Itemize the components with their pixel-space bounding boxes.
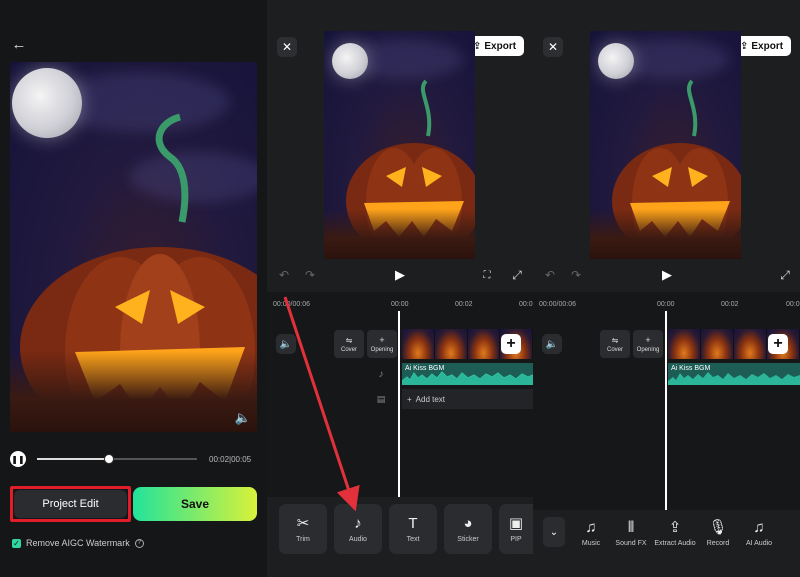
sound-fx-icon: ⦀ bbox=[627, 518, 635, 536]
volume-icon[interactable]: 🔈 bbox=[235, 410, 251, 426]
redo-icon[interactable]: ↷ bbox=[569, 268, 583, 282]
ruler-tick: 00:02 bbox=[455, 301, 473, 308]
microphone-icon: 🎙 bbox=[708, 518, 728, 536]
upload-icon: ⇪ bbox=[740, 40, 749, 52]
ruler-tick: 00:0 bbox=[786, 301, 800, 308]
ruler-tick: 00:00 bbox=[657, 301, 675, 308]
music-icon: ♫ bbox=[585, 518, 597, 536]
progress-track[interactable] bbox=[37, 454, 197, 464]
extract-audio-icon: ⇪ bbox=[668, 518, 682, 536]
progress-knob[interactable] bbox=[104, 454, 114, 464]
redo-icon[interactable]: ↷ bbox=[303, 268, 317, 282]
opening-button[interactable]: + Opening bbox=[367, 330, 397, 358]
close-button[interactable]: ✕ bbox=[543, 37, 563, 57]
tool-sticker[interactable]: ◕ Sticker bbox=[444, 504, 492, 554]
play-icon[interactable]: ▶ bbox=[659, 267, 675, 283]
music-note-icon: ♪ bbox=[378, 368, 384, 380]
back-arrow-icon[interactable]: ← bbox=[10, 36, 28, 53]
video-preview[interactable]: 🔈 bbox=[10, 62, 257, 432]
music-note-icon: ♪ bbox=[354, 514, 362, 532]
ruler-tick: 00:02 bbox=[721, 301, 739, 308]
ruler-tick: 00:00 bbox=[391, 301, 409, 308]
cover-button[interactable]: ⇋ Cover bbox=[600, 330, 630, 358]
timecode: 00:00/00:06 bbox=[273, 301, 310, 308]
opening-button[interactable]: + Opening bbox=[633, 330, 663, 358]
tool-music[interactable]: ♫ Music bbox=[575, 516, 607, 550]
add-clip-button[interactable]: + bbox=[501, 334, 521, 354]
help-icon[interactable]: ? bbox=[134, 538, 144, 548]
tool-trim[interactable]: ✂ Trim bbox=[279, 504, 327, 554]
mute-icon[interactable]: 🔈 bbox=[276, 334, 296, 354]
time-readout: 00:02|00:05 bbox=[209, 455, 252, 464]
pip-icon: ▣ bbox=[508, 514, 524, 532]
text-track-icon: ▤ bbox=[376, 393, 386, 404]
audio-track[interactable]: Ai Kiss BGM bbox=[668, 363, 800, 385]
video-preview[interactable] bbox=[590, 31, 741, 259]
tool-sound-fx[interactable]: ⦀ Sound FX bbox=[613, 516, 649, 550]
tool-ai-audio[interactable]: ♫ AI Audio bbox=[741, 516, 777, 550]
tool-extract-audio[interactable]: ⇪ Extract Audio bbox=[651, 516, 699, 550]
fullscreen-icon[interactable]: ⤢ bbox=[778, 268, 792, 282]
audio-track[interactable]: Ai Kiss BGM bbox=[402, 363, 533, 385]
watermark-row[interactable]: ✓ Remove AIGC Watermark ? bbox=[12, 538, 144, 548]
sticker-icon: ◕ bbox=[463, 514, 473, 532]
collapse-button[interactable]: ⌄ bbox=[543, 517, 565, 547]
playhead[interactable] bbox=[398, 311, 400, 497]
fullscreen-icon[interactable]: ⤢ bbox=[510, 268, 524, 282]
video-preview[interactable] bbox=[324, 31, 475, 259]
tool-record[interactable]: 🎙 Record bbox=[701, 516, 735, 550]
play-icon[interactable]: ▶ bbox=[392, 267, 408, 283]
close-button[interactable]: ✕ bbox=[277, 37, 297, 57]
text-icon: T bbox=[408, 514, 418, 532]
mute-icon[interactable]: 🔈 bbox=[542, 334, 562, 354]
preview-panel: ← 🔈 ❚❚ 00:02|00:05 Project Edit Save ✓ R… bbox=[0, 0, 267, 577]
audio-track-label: Ai Kiss BGM bbox=[405, 365, 445, 372]
undo-icon[interactable]: ↶ bbox=[277, 268, 291, 282]
project-edit-button[interactable]: Project Edit bbox=[14, 490, 127, 518]
editor-panel-audio: ✕ ⇪ Export ↶ ↷ ▶ ⛶ ⤢ 00:00/00:06 00:00 0… bbox=[267, 0, 533, 577]
ruler-tick: 00:0 bbox=[519, 301, 533, 308]
ai-audio-icon: ♫ bbox=[753, 518, 765, 536]
add-clip-button[interactable]: + bbox=[768, 334, 788, 354]
keyframe-icon[interactable]: ⛶ bbox=[480, 268, 494, 282]
pause-button[interactable]: ❚❚ bbox=[10, 451, 26, 467]
undo-icon[interactable]: ↶ bbox=[543, 268, 557, 282]
playhead[interactable] bbox=[665, 311, 667, 511]
scissors-icon: ✂ bbox=[296, 514, 310, 532]
tool-text[interactable]: T Text bbox=[389, 504, 437, 554]
timecode: 00:00/00:06 bbox=[539, 301, 576, 308]
watermark-label: Remove AIGC Watermark bbox=[26, 538, 130, 548]
editor-panel-audio-menu: ✕ ⇪ Export ↶ ↷ ▶ ⤢ 00:00/00:06 00:00 00:… bbox=[533, 0, 800, 577]
cover-button[interactable]: ⇋ Cover bbox=[334, 330, 364, 358]
save-button[interactable]: Save bbox=[133, 487, 257, 521]
tool-pip[interactable]: ▣ PIP bbox=[499, 504, 533, 554]
tool-audio[interactable]: ♪ Audio bbox=[334, 504, 382, 554]
progress-fill bbox=[37, 458, 109, 460]
audio-track-label: Ai Kiss BGM bbox=[671, 365, 711, 372]
add-text-track[interactable]: + Add text bbox=[402, 389, 533, 409]
checkbox-checked-icon[interactable]: ✓ bbox=[12, 538, 21, 548]
